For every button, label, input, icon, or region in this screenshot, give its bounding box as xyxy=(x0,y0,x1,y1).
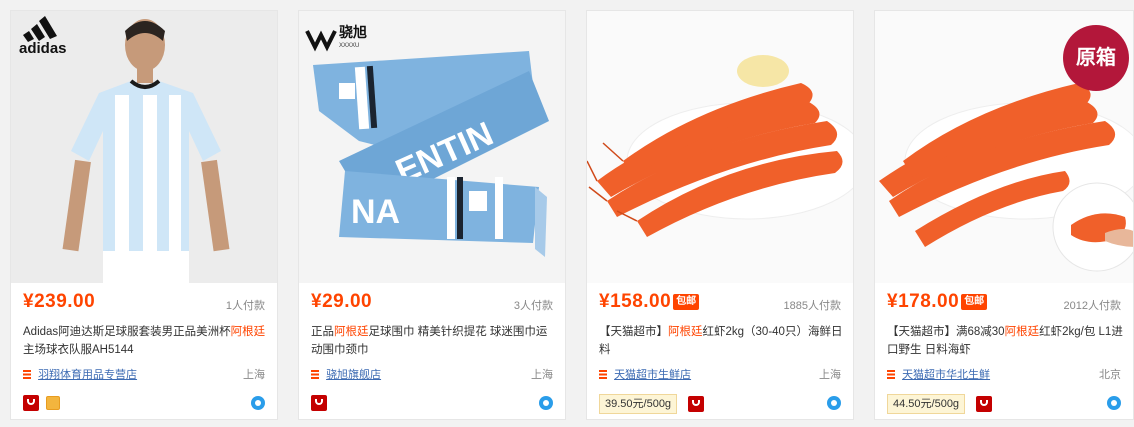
tmall-icon xyxy=(23,394,39,411)
price-row: ¥178.00 包邮 2012人付款 xyxy=(887,291,1121,319)
shrimp-photo xyxy=(587,11,853,283)
svg-text:骁旭: 骁旭 xyxy=(339,24,367,41)
shop-icon xyxy=(887,370,895,379)
price-row: ¥158.00 包邮 1885人付款 xyxy=(599,291,841,319)
location: 上海 xyxy=(531,369,553,381)
free-shipping-badge: 包邮 xyxy=(673,294,700,310)
product-title[interactable]: 正品阿根廷足球围巾 精美针织提花 球迷围巾运动围巾颈巾 xyxy=(311,323,555,359)
unit-price-tag: 44.50元/500g xyxy=(887,394,966,414)
shop-link[interactable]: 天猫超市华北生鲜 xyxy=(902,369,990,381)
badge-row: 44.50元/500g xyxy=(887,394,1121,414)
shop-link[interactable]: 羽翔体育用品专营店 xyxy=(38,369,137,381)
sales-count: 1885人付款 xyxy=(783,300,841,312)
badge-row xyxy=(23,394,265,412)
shop-row: 天猫超市生鲜店 上海 xyxy=(599,366,841,382)
product-card[interactable]: adidas ¥239.00 1人付款 Adidas阿迪达斯足球服套装男正品美洲… xyxy=(10,10,278,420)
product-card[interactable]: 原箱 ¥178.00 包邮 2012人付款 【天猫超市】满68减30阿根廷红虾2k… xyxy=(874,10,1134,420)
product-card[interactable]: ¥158.00 包邮 1885人付款 【天猫超市】阿根廷红虾2kg（30-40只）… xyxy=(586,10,854,420)
wangwang-chat-icon[interactable] xyxy=(1107,396,1121,410)
price-row: ¥239.00 1人付款 xyxy=(23,291,265,319)
title-text[interactable]: 【天猫超市】 xyxy=(599,326,668,338)
shop-row: 天猫超市华北生鲜 北京 xyxy=(887,366,1121,382)
product-title[interactable]: Adidas阿迪达斯足球服套装男正品美洲杯阿根廷主场球衣队服AH5144 xyxy=(23,323,267,359)
product-card[interactable]: ENTIN NA 骁旭 XXXXU ¥29.00 3人付款 正品阿根廷足球围巾 … xyxy=(298,10,566,420)
title-text[interactable]: 【天猫超市】满68减30 xyxy=(887,326,1005,338)
badge-row xyxy=(311,394,553,412)
product-title[interactable]: 【天猫超市】满68减30阿根廷红虾2kg/包 L1进口野生 日料海虾 xyxy=(887,323,1123,359)
product-image[interactable] xyxy=(587,11,853,283)
svg-text:adidas: adidas xyxy=(19,40,67,57)
svg-text:XXXXU: XXXXU xyxy=(339,43,359,49)
title-text[interactable]: 主场球衣队服AH5144 xyxy=(23,344,134,356)
location: 北京 xyxy=(1099,369,1121,381)
sales-count: 3人付款 xyxy=(513,300,553,312)
badge-row: 39.50元/500g xyxy=(599,394,841,414)
price: ¥158.00 xyxy=(599,291,672,312)
product-image[interactable]: ENTIN NA 骁旭 XXXXU xyxy=(299,11,565,283)
shop-link[interactable]: 天猫超市生鲜店 xyxy=(614,369,691,381)
shop-icon xyxy=(311,370,319,379)
original-box-badge: 原箱 xyxy=(1063,25,1129,91)
location: 上海 xyxy=(243,369,265,381)
title-text[interactable]: 正品 xyxy=(311,326,334,338)
tmall-icon xyxy=(975,396,992,412)
title-keyword[interactable]: 阿根廷 xyxy=(334,326,369,338)
wangwang-chat-icon[interactable] xyxy=(251,396,265,410)
free-shipping-badge: 包邮 xyxy=(961,294,988,310)
wangwang-chat-icon[interactable] xyxy=(539,396,553,410)
sales-count: 1人付款 xyxy=(225,300,265,312)
shop-icon xyxy=(599,370,607,379)
jersey-photo: adidas xyxy=(11,11,277,283)
price: ¥239.00 xyxy=(23,291,96,312)
product-grid: adidas ¥239.00 1人付款 Adidas阿迪达斯足球服套装男正品美洲… xyxy=(0,0,1134,427)
scarf-lettering: NA xyxy=(351,193,400,231)
shop-icon xyxy=(23,370,31,379)
price-row: ¥29.00 3人付款 xyxy=(311,291,553,319)
price: ¥178.00 xyxy=(887,291,960,312)
price: ¥29.00 xyxy=(311,291,373,312)
tmall-icon xyxy=(687,396,704,412)
tmall-icon xyxy=(311,394,327,411)
product-title[interactable]: 【天猫超市】阿根廷红虾2kg（30-40只）海鲜日料 xyxy=(599,323,843,359)
wangwang-chat-icon[interactable] xyxy=(827,396,841,410)
shop-row: 羽翔体育用品专营店 上海 xyxy=(23,366,265,382)
title-keyword[interactable]: 阿根廷 xyxy=(1005,326,1040,338)
title-keyword[interactable]: 阿根廷 xyxy=(668,326,703,338)
shop-row: 骁旭旗舰店 上海 xyxy=(311,366,553,382)
title-keyword[interactable]: 阿根廷 xyxy=(231,326,266,338)
product-image[interactable]: adidas xyxy=(11,11,277,283)
location: 上海 xyxy=(819,369,841,381)
product-image[interactable]: 原箱 xyxy=(875,11,1133,283)
shop-link[interactable]: 骁旭旗舰店 xyxy=(326,369,381,381)
sales-count: 2012人付款 xyxy=(1063,300,1121,312)
scarf-photo: ENTIN NA 骁旭 XXXXU xyxy=(299,11,565,283)
title-text[interactable]: Adidas阿迪达斯足球服套装男正品美洲杯 xyxy=(23,326,231,338)
unit-price-tag: 39.50元/500g xyxy=(599,394,678,414)
gold-icon xyxy=(46,395,61,410)
